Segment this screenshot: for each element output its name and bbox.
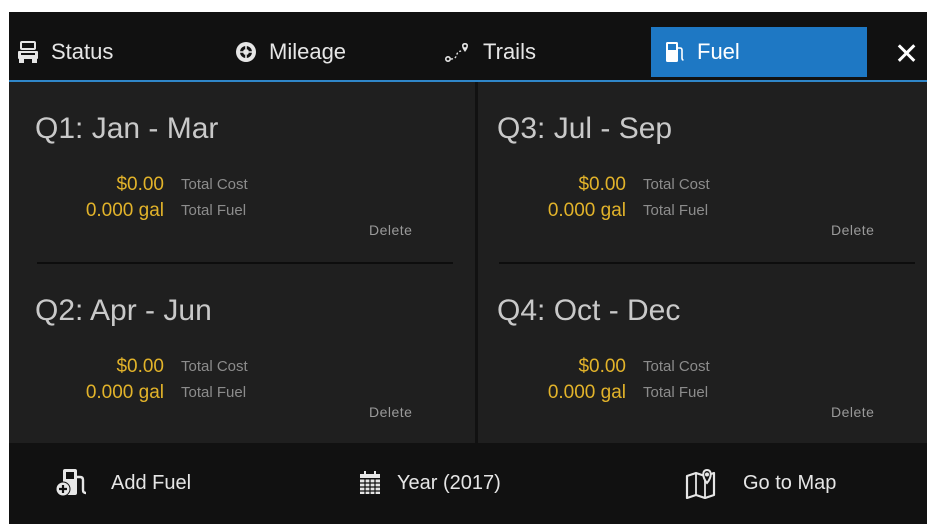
tab-fuel-label: Fuel	[697, 39, 740, 64]
quarter-panel-q2: Q2: Apr - Jun $0.00 Total Cost 0.000 gal…	[9, 264, 450, 444]
tab-mileage-label: Mileage	[269, 39, 347, 64]
route-icon	[445, 41, 471, 63]
tab-mileage[interactable]: Mileage	[235, 27, 346, 77]
map-icon	[685, 467, 721, 499]
total-fuel-label: Total Fuel	[181, 384, 247, 401]
horizontal-divider	[499, 262, 915, 264]
quarter-title: Q1: Jan - Mar	[35, 112, 219, 145]
add-fuel-button[interactable]: Add Fuel	[55, 463, 191, 503]
truck-icon	[17, 40, 39, 64]
total-fuel-value: 0.000 gal	[85, 382, 164, 403]
horizontal-divider	[37, 262, 453, 264]
delete-button[interactable]: Delete	[369, 222, 412, 238]
total-cost-row: $0.00 Total Cost	[479, 174, 739, 196]
calendar-icon	[359, 471, 381, 495]
total-cost-value: $0.00	[116, 174, 164, 195]
total-cost-label: Total Cost	[643, 176, 710, 193]
total-cost-row: $0.00 Total Cost	[9, 356, 269, 378]
total-fuel-value: 0.000 gal	[547, 200, 626, 221]
total-cost-row: $0.00 Total Cost	[479, 356, 739, 378]
add-fuel-icon	[55, 467, 89, 499]
year-label: Year (2017)	[397, 471, 501, 494]
go-to-map-label: Go to Map	[743, 471, 837, 494]
total-fuel-label: Total Fuel	[643, 384, 709, 401]
bottom-bar: Add Fuel Year (2017) Go to Map	[9, 443, 927, 524]
total-cost-label: Total Cost	[181, 176, 248, 193]
quarter-title: Q2: Apr - Jun	[35, 294, 212, 327]
quarter-title: Q4: Oct - Dec	[497, 294, 681, 327]
year-selector-button[interactable]: Year (2017)	[359, 463, 501, 503]
total-fuel-value: 0.000 gal	[547, 382, 626, 403]
total-cost-label: Total Cost	[643, 358, 710, 375]
total-cost-value: $0.00	[116, 356, 164, 377]
tab-bar: Status Mileage Trails Fuel ✕	[9, 12, 927, 82]
total-cost-label: Total Cost	[181, 358, 248, 375]
total-fuel-value: 0.000 gal	[85, 200, 164, 221]
total-cost-row: $0.00 Total Cost	[9, 174, 269, 196]
fuel-pump-icon	[665, 41, 685, 63]
delete-button[interactable]: Delete	[831, 404, 874, 420]
tab-status[interactable]: Status	[17, 27, 113, 77]
add-fuel-label: Add Fuel	[111, 471, 192, 494]
total-fuel-row: 0.000 gal Total Fuel	[479, 200, 739, 222]
tab-status-label: Status	[51, 39, 114, 64]
total-fuel-row: 0.000 gal Total Fuel	[9, 382, 269, 404]
quarter-panel-q4: Q4: Oct - Dec $0.00 Total Cost 0.000 gal…	[479, 264, 927, 444]
tab-fuel[interactable]: Fuel	[651, 27, 867, 77]
quarter-title: Q3: Jul - Sep	[497, 112, 673, 145]
total-cost-value: $0.00	[578, 174, 626, 195]
total-cost-value: $0.00	[578, 356, 626, 377]
vertical-divider	[475, 82, 478, 443]
tire-icon	[235, 41, 257, 63]
total-fuel-row: 0.000 gal Total Fuel	[479, 382, 739, 404]
total-fuel-row: 0.000 gal Total Fuel	[9, 200, 269, 222]
quarter-panel-q1: Q1: Jan - Mar $0.00 Total Cost 0.000 gal…	[9, 82, 450, 262]
fuel-screen: Status Mileage Trails Fuel ✕ Q1: Jan - M…	[9, 12, 927, 524]
go-to-map-button[interactable]: Go to Map	[685, 463, 836, 503]
tab-trails-label: Trails	[483, 39, 536, 64]
tab-trails[interactable]: Trails	[445, 27, 536, 77]
close-icon[interactable]: ✕	[894, 40, 919, 70]
total-fuel-label: Total Fuel	[181, 202, 247, 219]
quarter-panel-q3: Q3: Jul - Sep $0.00 Total Cost 0.000 gal…	[479, 82, 927, 262]
total-fuel-label: Total Fuel	[643, 202, 709, 219]
delete-button[interactable]: Delete	[831, 222, 874, 238]
delete-button[interactable]: Delete	[369, 404, 412, 420]
